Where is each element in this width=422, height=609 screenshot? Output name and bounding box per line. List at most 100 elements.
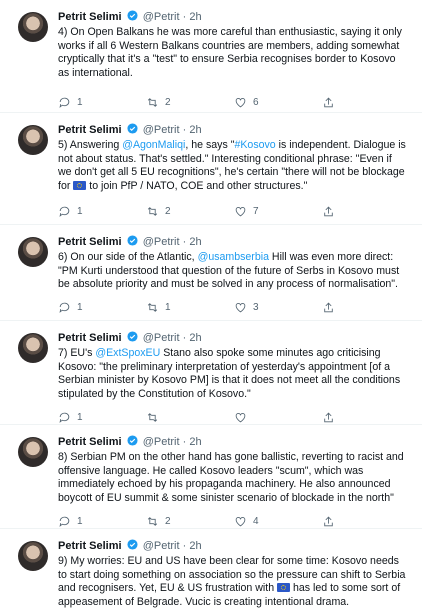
like-button[interactable]: 3 [234, 301, 322, 314]
retweet-icon [147, 97, 158, 107]
mention-link[interactable]: @AgonMaliqi [122, 139, 185, 151]
retweet-count: 2 [165, 515, 171, 527]
reply-button[interactable]: 1 [58, 411, 146, 424]
reply-button[interactable]: 1 [58, 515, 146, 528]
author-name[interactable]: Petrit Selimi [58, 124, 122, 136]
retweet-button[interactable]: 2 [146, 515, 234, 528]
reply-button[interactable]: 1 [58, 301, 146, 314]
tweet[interactable]: Petrit Selimi @Petrit · 2h 8) Serbian PM… [0, 425, 422, 529]
verified-badge-icon [127, 235, 138, 246]
verified-badge-icon [127, 435, 138, 446]
tweet-time[interactable]: 2h [189, 436, 201, 448]
like-icon [235, 516, 246, 527]
like-icon [235, 412, 246, 423]
tweet-time[interactable]: 2h [189, 540, 201, 552]
author-name[interactable]: Petrit Selimi [58, 540, 122, 552]
retweet-button[interactable]: 1 [146, 301, 234, 314]
tweet-text: 7) EU's @ExtSpoxEU Stano also spoke some… [58, 347, 408, 401]
author-name[interactable]: Petrit Selimi [58, 436, 122, 448]
avatar[interactable] [18, 12, 48, 42]
avatar[interactable] [18, 333, 48, 363]
retweet-icon [147, 206, 158, 216]
avatar[interactable] [18, 237, 48, 267]
share-button[interactable] [322, 301, 341, 314]
reply-count: 1 [77, 411, 83, 423]
tweet-text: 9) My worries: EU and US have been clear… [58, 555, 408, 609]
like-count: 3 [253, 302, 259, 314]
retweet-icon [147, 516, 158, 526]
retweet-button[interactable] [146, 411, 234, 424]
tweet-time[interactable]: 2h [189, 236, 201, 248]
share-icon [324, 302, 333, 313]
tweet-time[interactable]: 2h [189, 11, 201, 23]
mention-link[interactable]: @usambserbia [198, 251, 269, 263]
share-icon [324, 516, 333, 527]
retweet-count: 2 [165, 205, 171, 217]
share-button[interactable] [322, 205, 341, 218]
reply-icon [59, 302, 70, 314]
share-button[interactable] [322, 96, 341, 109]
share-button[interactable] [322, 411, 341, 424]
share-icon [324, 206, 333, 217]
tweet-text: 5) Answering @AgonMaliqi, he says "#Koso… [58, 139, 408, 193]
hashtag-link[interactable]: #Kosovo [234, 139, 275, 151]
reply-button[interactable]: 1 [58, 96, 146, 109]
retweet-icon [147, 412, 158, 422]
author-handle[interactable]: @Petrit [143, 124, 180, 136]
author-name[interactable]: Petrit Selimi [58, 11, 122, 23]
avatar[interactable] [18, 125, 48, 155]
like-count: 6 [253, 96, 259, 108]
author-handle[interactable]: @Petrit [143, 540, 180, 552]
tweet-time[interactable]: 2h [189, 332, 201, 344]
reply-count: 1 [77, 515, 83, 527]
avatar[interactable] [18, 541, 48, 571]
retweet-icon [147, 303, 158, 313]
like-count: 4 [253, 515, 259, 527]
tweet[interactable]: Petrit Selimi @Petrit · 2h 7) EU's @ExtS… [0, 321, 422, 425]
like-icon [235, 97, 246, 108]
kosovo-flag-icon [277, 583, 291, 593]
tweet[interactable]: Petrit Selimi @Petrit · 2h 5) Answering … [0, 113, 422, 225]
tweet[interactable]: Petrit Selimi @Petrit · 2h 9) My worries… [0, 529, 422, 608]
like-button[interactable]: 6 [234, 96, 322, 109]
separator-dot: · [182, 436, 187, 448]
like-icon [235, 303, 246, 313]
tweet-text-part: 7) EU's [58, 347, 96, 359]
verified-badge-icon [127, 539, 138, 550]
tweet-text: 4) On Open Balkans he was more careful t… [58, 26, 402, 79]
author-handle[interactable]: @Petrit [143, 436, 180, 448]
verified-badge-icon [127, 10, 138, 21]
author-name[interactable]: Petrit Selimi [58, 332, 122, 344]
tweet-text-part: 5) Answering [58, 139, 123, 151]
like-button[interactable]: 7 [234, 205, 322, 218]
avatar[interactable] [18, 437, 48, 467]
retweet-count: 1 [165, 302, 171, 314]
share-button[interactable] [322, 515, 341, 528]
tweet[interactable]: Petrit Selimi @Petrit · 2h 4) On Open Ba… [0, 0, 422, 113]
separator-dot: · [182, 332, 187, 344]
reply-button[interactable]: 1 [58, 205, 146, 218]
reply-icon [59, 412, 70, 423]
separator-dot: · [182, 540, 187, 552]
like-button[interactable] [234, 411, 322, 424]
tweet[interactable]: Petrit Selimi @Petrit · 2h 6) On our sid… [0, 225, 422, 321]
verified-badge-icon [127, 123, 138, 134]
like-icon [235, 206, 246, 217]
like-count: 7 [253, 205, 259, 217]
reply-icon [59, 97, 70, 108]
tweet-time[interactable]: 2h [189, 124, 201, 136]
mention-link[interactable]: @ExtSpoxEU [95, 347, 160, 359]
retweet-button[interactable]: 2 [146, 96, 234, 109]
tweet-text-part: 6) On our side of the Atlantic, [58, 251, 198, 263]
reply-count: 1 [77, 96, 83, 108]
author-name[interactable]: Petrit Selimi [58, 236, 122, 248]
retweet-button[interactable]: 2 [146, 205, 234, 218]
share-icon [324, 412, 333, 423]
reply-count: 1 [77, 205, 83, 217]
author-handle[interactable]: @Petrit [143, 236, 180, 248]
like-button[interactable]: 4 [234, 515, 322, 528]
reply-count: 1 [77, 302, 83, 314]
author-handle[interactable]: @Petrit [143, 332, 180, 344]
retweet-count: 2 [165, 96, 171, 108]
author-handle[interactable]: @Petrit [143, 11, 180, 23]
